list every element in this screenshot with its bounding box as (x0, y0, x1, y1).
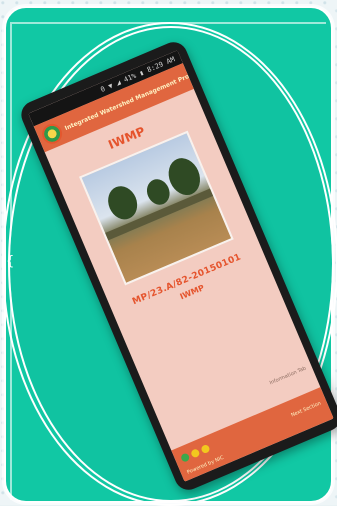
next-section-link[interactable]: Next Section (290, 401, 322, 419)
yellow-dot (200, 443, 211, 455)
left-bracket-mark: { (6, 254, 15, 269)
yellow-dot (190, 448, 201, 459)
tree-shape (103, 181, 143, 224)
green-dot (179, 452, 191, 463)
info-tab-hint[interactable]: Information Tab (269, 366, 307, 387)
app-logo (39, 120, 66, 147)
footer-dots (179, 443, 211, 463)
